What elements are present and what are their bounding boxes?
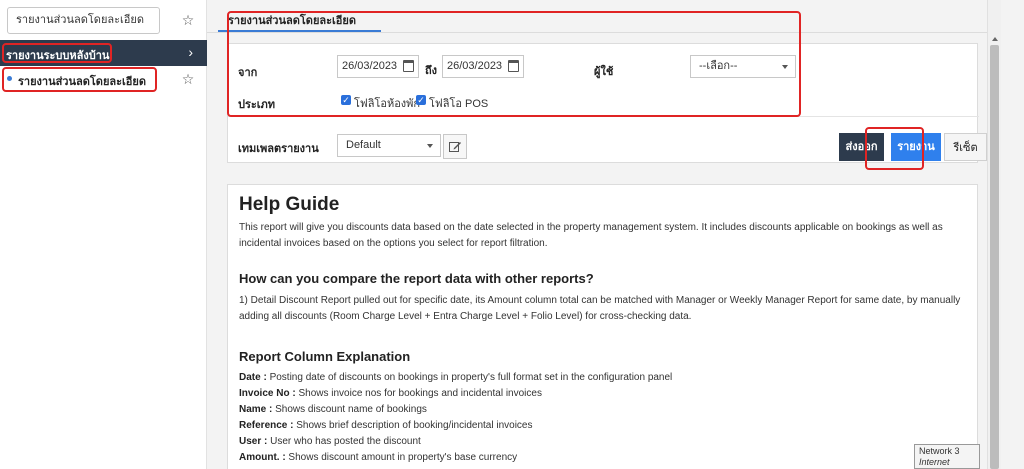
tooltip-line1: Network 3	[919, 446, 960, 456]
column-name: User :	[239, 436, 268, 447]
columns-heading: Report Column Explanation	[239, 349, 411, 364]
column-explanation-row: User : User who has posted the discount	[239, 436, 421, 447]
column-explanation-row: Reference : Shows brief description of b…	[239, 420, 533, 431]
network-tooltip: Network 3 Internet access	[914, 444, 980, 469]
template-select-value: Default	[346, 139, 381, 151]
highlight-sidebar-item	[2, 67, 157, 92]
help-intro: This report will give you discounts data…	[239, 222, 943, 249]
column-name: Date :	[239, 372, 267, 383]
help-guide-panel: Help Guide This report will give you dis…	[227, 184, 978, 469]
help-title: Help Guide	[239, 194, 340, 215]
column-description: Shows brief description of booking/incid…	[293, 420, 533, 431]
template-label: เทมเพลตรายงาน	[238, 143, 319, 155]
column-explanation-row: Invoice No : Shows invoice nos for booki…	[239, 388, 542, 399]
compare-heading: How can you compare the report data with…	[239, 271, 594, 286]
edit-template-button[interactable]	[443, 134, 467, 159]
edit-icon	[449, 142, 461, 152]
column-name: Invoice No :	[239, 388, 296, 399]
column-description: Shows invoice nos for bookings and incid…	[295, 388, 542, 399]
template-select[interactable]: Default	[337, 134, 441, 157]
reset-button[interactable]: รีเซ็ต	[944, 133, 987, 161]
tooltip-line2: Internet access	[919, 457, 950, 469]
column-description: User who has posted the discount	[267, 436, 421, 447]
highlight-sidebar-section	[2, 43, 112, 63]
scroll-up-icon[interactable]	[992, 37, 998, 41]
compare-text: 1) Detail Discount Report pulled out for…	[239, 295, 961, 322]
column-description: Shows discount amount in property's base…	[285, 452, 518, 463]
chevron-down-icon	[427, 144, 433, 148]
column-explanation-row: Amount. : Shows discount amount in prope…	[239, 452, 517, 463]
highlight-report-button	[865, 127, 924, 170]
vertical-scrollbar[interactable]	[987, 0, 1001, 469]
highlight-filters	[227, 11, 801, 117]
column-name: Reference :	[239, 420, 294, 431]
star-icon[interactable]: ☆	[181, 13, 195, 27]
column-explanation-row: Date : Posting date of discounts on book…	[239, 372, 672, 383]
column-description: Shows discount name of bookings	[272, 404, 427, 415]
column-explanation-row: Name : Shows discount name of bookings	[239, 404, 427, 415]
sidebar-search-input[interactable]: รายงานส่วนลดโดยละเอียด	[7, 7, 160, 34]
column-name: Amount. :	[239, 452, 286, 463]
column-description: Posting date of discounts on bookings in…	[266, 372, 673, 383]
column-name: Name :	[239, 404, 273, 415]
chevron-right-icon: ›	[188, 44, 193, 60]
star-icon[interactable]: ☆	[181, 72, 195, 86]
scroll-thumb[interactable]	[990, 45, 999, 469]
window-margin	[1001, 0, 1024, 469]
